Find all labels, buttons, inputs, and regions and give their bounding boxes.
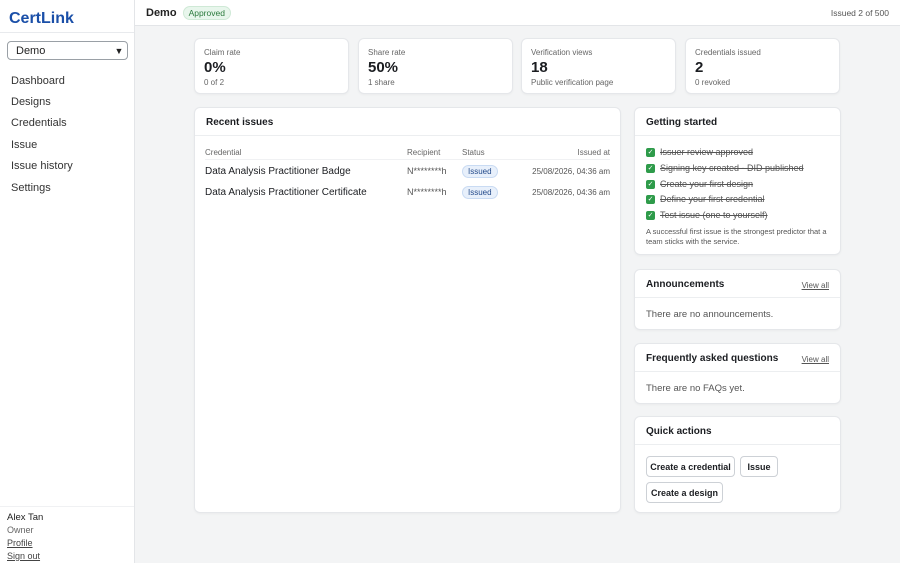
stat-verification-views: Verification views 18 Public verificatio… <box>521 38 676 94</box>
user-panel: Alex Tan Owner Profile Sign out <box>7 512 127 562</box>
workspace-name: Demo <box>146 6 177 19</box>
card-divider <box>635 297 840 298</box>
faq-card: Frequently asked questions View all Ther… <box>634 343 841 404</box>
checklist-label: Signing key created - DID published <box>660 163 804 173</box>
row-issued-at: 25/08/2026, 04:36 am <box>532 167 610 176</box>
stat-sub: 0 of 2 <box>204 78 225 87</box>
create-design-button[interactable]: Create a design <box>646 482 723 503</box>
checklist-item: ✓ Create your first design <box>646 179 753 189</box>
card-divider <box>635 444 840 445</box>
check-icon: ✓ <box>646 163 655 173</box>
stat-value: 50% <box>368 59 399 76</box>
announcements-empty: There are no announcements. <box>646 309 774 320</box>
recent-issues-title: Recent issues <box>206 117 274 128</box>
stat-value: 0% <box>204 59 226 76</box>
getting-started-hint: A successful first issue is the stronges… <box>646 227 827 246</box>
checklist-item: ✓ Define your first credential <box>646 194 765 204</box>
stat-sub: 0 revoked <box>695 78 731 87</box>
announcements-title: Announcements <box>646 279 725 290</box>
stat-label: Share rate <box>368 48 406 57</box>
row-recipient: N********h <box>407 166 447 176</box>
stat-sub: 1 share <box>368 78 395 87</box>
sidebar-divider <box>0 32 134 33</box>
stat-share-rate: Share rate 50% 1 share <box>358 38 513 94</box>
checklist-label: Define your first credential <box>660 194 765 204</box>
profile-link[interactable]: Profile <box>7 537 127 549</box>
sidebar-item-credentials[interactable]: Credentials <box>0 113 134 134</box>
sidebar-item-designs[interactable]: Designs <box>0 91 134 112</box>
user-role: Owner <box>7 525 34 535</box>
column-header-issued-at[interactable]: Issued at <box>578 148 610 157</box>
status-badge: Approved <box>182 5 231 20</box>
stat-credentials-issued: Credentials issued 2 0 revoked <box>685 38 840 94</box>
sidebar-nav: Dashboard Designs Credentials Issue Issu… <box>0 70 134 198</box>
quick-actions-card: Quick actions Create a credential Issue … <box>634 416 841 513</box>
user-divider <box>0 506 134 507</box>
workspace-select[interactable]: Demo ▼ <box>7 41 128 60</box>
column-header-credential[interactable]: Credential <box>205 148 241 157</box>
recent-issues-card: Recent issues Credential Recipient Statu… <box>194 107 621 513</box>
sidebar-item-issue[interactable]: Issue <box>0 134 134 155</box>
row-recipient: N********h <box>407 187 447 197</box>
issued-count: Issued 2 of 500 <box>830 7 889 18</box>
topbar: Demo Approved Issued 2 of 500 <box>135 0 900 26</box>
getting-started-title: Getting started <box>646 117 718 128</box>
faq-view-all-link[interactable]: View all <box>802 355 829 364</box>
chevron-down-icon: ▼ <box>114 45 124 56</box>
announcements-card: Announcements View all There are no anno… <box>634 269 841 330</box>
sidebar-item-dashboard[interactable]: Dashboard <box>0 70 134 91</box>
check-icon: ✓ <box>646 210 655 220</box>
sidebar: CertLink Demo ▼ Dashboard Designs Creden… <box>0 0 135 563</box>
faq-empty: There are no FAQs yet. <box>646 383 745 394</box>
checklist-item: ✓ Signing key created - DID published <box>646 163 804 173</box>
faq-title: Frequently asked questions <box>646 353 779 364</box>
row-credential[interactable]: Data Analysis Practitioner Badge <box>205 166 351 177</box>
card-divider <box>635 135 840 136</box>
stat-claim-rate: Claim rate 0% 0 of 2 <box>194 38 349 94</box>
checklist-label: Test issue (one to yourself) <box>660 210 768 220</box>
checklist-item: ✓ Issuer review approved <box>646 147 753 157</box>
check-icon: ✓ <box>646 179 655 189</box>
card-divider <box>195 135 620 136</box>
stat-label: Claim rate <box>204 48 241 57</box>
getting-started-card: Getting started ✓ Issuer review approved… <box>634 107 841 255</box>
table-header-divider <box>205 159 610 160</box>
card-divider <box>635 371 840 372</box>
sidebar-item-settings[interactable]: Settings <box>0 177 134 198</box>
stat-sub: Public verification page <box>531 78 614 87</box>
checklist-label: Issuer review approved <box>660 147 754 157</box>
checklist-label: Create your first design <box>660 179 754 189</box>
stat-value: 2 <box>695 59 704 76</box>
announcements-view-all-link[interactable]: View all <box>802 281 829 290</box>
checklist-item: ✓ Test issue (one to yourself) <box>646 210 768 220</box>
check-icon: ✓ <box>646 194 655 204</box>
create-credential-button[interactable]: Create a credential <box>646 456 735 477</box>
column-header-recipient[interactable]: Recipient <box>407 148 440 157</box>
status-badge: Issued <box>462 165 498 178</box>
stat-label: Verification views <box>531 48 593 57</box>
column-header-status[interactable]: Status <box>462 148 485 157</box>
stat-value: 18 <box>531 59 548 76</box>
check-icon: ✓ <box>646 147 655 157</box>
user-name: Alex Tan <box>7 512 44 523</box>
row-issued-at: 25/08/2026, 04:36 am <box>532 188 610 197</box>
quick-actions-title: Quick actions <box>646 426 712 437</box>
stat-label: Credentials issued <box>695 48 761 57</box>
issue-button[interactable]: Issue <box>740 456 778 477</box>
sidebar-item-issue-history[interactable]: Issue history <box>0 156 134 177</box>
app-logo[interactable]: CertLink <box>9 10 74 28</box>
signout-link[interactable]: Sign out <box>7 550 127 562</box>
status-badge: Issued <box>462 186 498 199</box>
row-credential[interactable]: Data Analysis Practitioner Certificate <box>205 187 367 198</box>
workspace-select-value: Demo <box>16 44 46 57</box>
